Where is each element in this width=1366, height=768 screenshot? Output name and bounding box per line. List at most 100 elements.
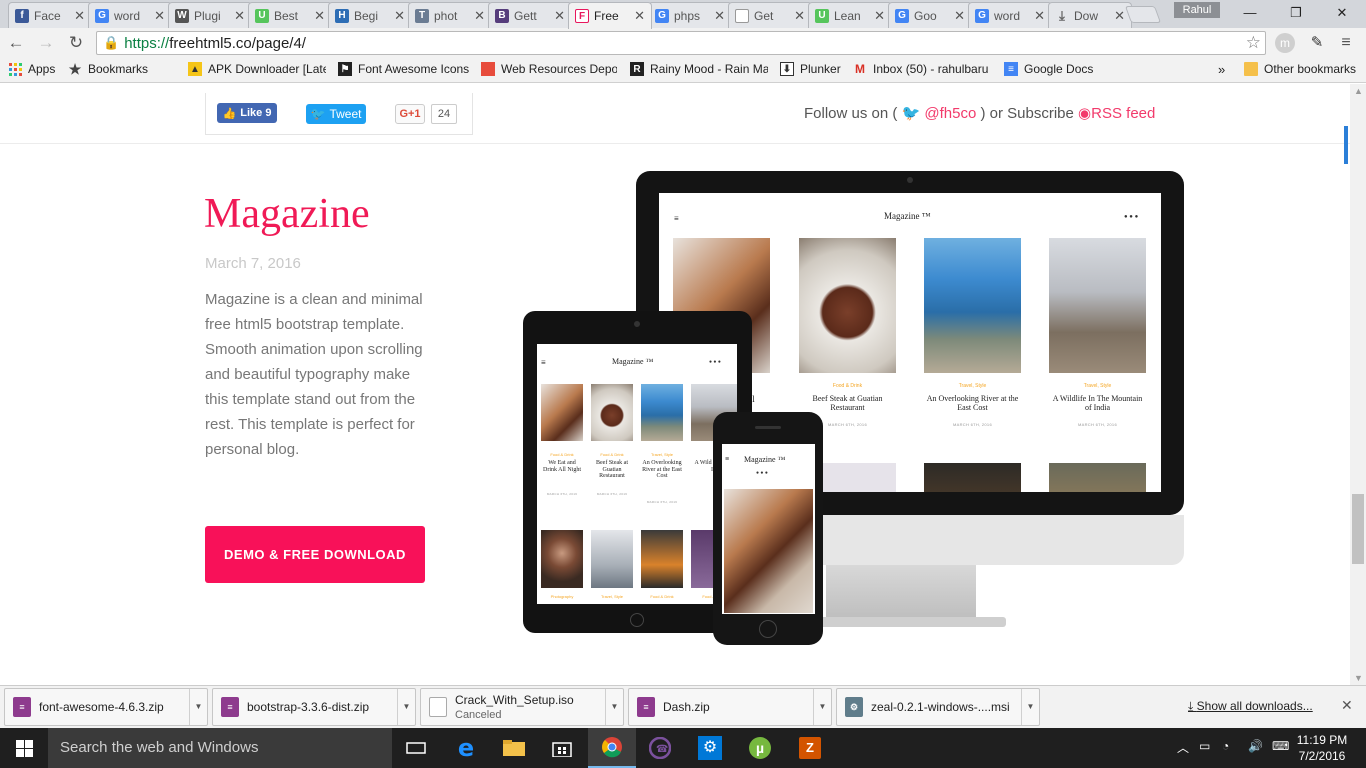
bookmark-apps[interactable]: Apps bbox=[8, 62, 55, 76]
chevron-down-icon[interactable]: ▼ bbox=[813, 689, 831, 725]
tab-plugins[interactable]: W Plugi ✕ bbox=[168, 2, 252, 28]
restore-icon[interactable]: ❐ bbox=[1282, 3, 1310, 23]
tab-google-word-2[interactable]: Gword ✕ bbox=[968, 2, 1052, 28]
rss-feed-link[interactable]: RSS feed bbox=[1091, 105, 1155, 122]
chevron-down-icon[interactable]: ▼ bbox=[605, 689, 623, 725]
keyboard-icon[interactable]: ⌨ bbox=[1272, 739, 1289, 753]
download-item[interactable]: ≡ Dash.zip ▼ bbox=[628, 688, 832, 726]
close-icon[interactable]: ✕ bbox=[74, 8, 85, 24]
close-icon[interactable]: ✕ bbox=[714, 8, 725, 24]
download-item[interactable]: ≡ font-awesome-4.6.3.zip ▼ bbox=[4, 688, 208, 726]
close-shelf-icon[interactable]: ✕ bbox=[1341, 697, 1353, 714]
bookmark-apk-downloader[interactable]: ▲ APK Downloader [Late bbox=[188, 62, 326, 76]
close-icon[interactable]: ✕ bbox=[394, 8, 405, 24]
bookmark-google-docs[interactable]: ≡ Google Docs bbox=[1004, 62, 1093, 76]
bookmark-bookmarks[interactable]: ★ Bookmarks bbox=[68, 62, 148, 76]
steak-image bbox=[799, 238, 896, 373]
store-icon[interactable] bbox=[538, 728, 586, 768]
start-button[interactable] bbox=[0, 728, 48, 768]
taskbar-clock[interactable]: 11:19 PM 7/2/2016 bbox=[1290, 732, 1354, 764]
reload-icon[interactable]: ↻ bbox=[66, 33, 86, 53]
download-item[interactable]: Crack_With_Setup.iso Canceled ▼ bbox=[420, 688, 624, 726]
chevron-down-icon[interactable]: ▼ bbox=[1021, 689, 1039, 725]
tray-chevron-up-icon[interactable]: ︿ bbox=[1177, 739, 1189, 756]
sublime-icon[interactable]: Z bbox=[786, 728, 834, 768]
portrait-image bbox=[541, 530, 583, 588]
settings-icon[interactable]: ⚙ bbox=[686, 728, 734, 768]
tab-get[interactable]: Get ✕ bbox=[728, 2, 812, 28]
tab-freehtml5[interactable]: F Free ✕ bbox=[568, 2, 652, 29]
scroll-down-arrow-icon[interactable]: ▼ bbox=[1354, 673, 1363, 683]
scroll-up-arrow-icon[interactable]: ▲ bbox=[1354, 86, 1363, 96]
chevron-down-icon[interactable]: ▼ bbox=[397, 689, 415, 725]
tab-beginner[interactable]: H Begi ✕ bbox=[328, 2, 412, 28]
bookmark-rainy-mood[interactable]: R Rainy Mood - Rain Ma bbox=[630, 62, 768, 76]
new-tab-button[interactable] bbox=[1124, 6, 1162, 23]
star-icon: ★ bbox=[68, 62, 82, 76]
tab-best[interactable]: U Best ✕ bbox=[248, 2, 332, 28]
show-all-downloads-link[interactable]: ⤓ Show all downloads... bbox=[1188, 699, 1313, 714]
template-title[interactable]: Magazine bbox=[204, 190, 370, 238]
food-image bbox=[724, 489, 813, 613]
wifi-icon[interactable]: ◔ bbox=[1222, 739, 1229, 753]
social-icons: ● ● ● bbox=[709, 359, 721, 365]
side-tab[interactable] bbox=[1344, 126, 1348, 164]
evernote-icon[interactable]: ✎ bbox=[1307, 33, 1327, 53]
utorrent-icon[interactable]: µ bbox=[736, 728, 784, 768]
close-icon[interactable]: ✕ bbox=[314, 8, 325, 24]
close-icon[interactable]: ✕ bbox=[154, 8, 165, 24]
bookmark-web-resources-depot[interactable]: Web Resources Depot bbox=[481, 62, 617, 76]
file-explorer-icon[interactable] bbox=[490, 728, 538, 768]
tab-photo[interactable]: Tphot ✕ bbox=[408, 2, 492, 28]
bookmarks-bar: Apps ★ Bookmarks ▲ APK Downloader [Late ⚑ F… bbox=[0, 58, 1366, 83]
task-view-icon[interactable] bbox=[392, 728, 440, 768]
tab-google[interactable]: G Goo ✕ bbox=[888, 2, 972, 28]
close-icon[interactable]: ✕ bbox=[954, 8, 965, 24]
download-item[interactable]: ⚙ zeal-0.2.1-windows-....msi ▼ bbox=[836, 688, 1040, 726]
back-arrow-icon[interactable]: ← bbox=[6, 33, 26, 53]
twitter-handle-link[interactable]: @fh5co bbox=[924, 105, 976, 122]
close-icon[interactable]: ✕ bbox=[554, 8, 565, 24]
edge-icon[interactable]: e bbox=[442, 728, 490, 768]
close-icon[interactable]: ✕ bbox=[634, 8, 645, 24]
close-icon[interactable]: ✕ bbox=[474, 8, 485, 24]
taskbar-search[interactable]: Search the web and Windows bbox=[48, 728, 392, 768]
tab-phps[interactable]: Gphps ✕ bbox=[648, 2, 732, 28]
tab-getting[interactable]: B Gett ✕ bbox=[488, 2, 572, 28]
tab-google-word[interactable]: Gword ✕ bbox=[88, 2, 172, 28]
forward-arrow-icon[interactable]: → bbox=[36, 33, 56, 53]
download-item[interactable]: ≡ bootstrap-3.3.6-dist.zip ▼ bbox=[212, 688, 416, 726]
chrome-icon[interactable] bbox=[588, 728, 636, 768]
bookmark-other-bookmarks[interactable]: Other bookmarks bbox=[1244, 62, 1356, 76]
tweet-button[interactable]: 🐦 Tweet bbox=[306, 104, 366, 124]
close-icon[interactable]: ✕ bbox=[234, 8, 245, 24]
menu-icon[interactable]: ≡ bbox=[1336, 33, 1356, 53]
volume-icon[interactable]: 🔊 bbox=[1248, 739, 1263, 753]
address-bar[interactable]: 🔒 https://freehtml5.co/page/4/ ☆ bbox=[96, 31, 1266, 55]
close-icon[interactable]: ✕ bbox=[1114, 8, 1125, 24]
more-bookmarks-chevron-icon[interactable]: » bbox=[1218, 62, 1225, 77]
viber-icon[interactable]: ☎ bbox=[636, 728, 684, 768]
tab-downloads[interactable]: ⤓ Dow ✕ bbox=[1048, 2, 1132, 28]
tab-learn[interactable]: U Lean ✕ bbox=[808, 2, 892, 28]
bookmark-star-icon[interactable]: ☆ bbox=[1246, 33, 1261, 53]
page-scrollbar[interactable]: ▲ ▼ bbox=[1350, 84, 1366, 685]
close-icon[interactable]: ✕ bbox=[1034, 8, 1045, 24]
facebook-like-button[interactable]: 👍 Like 9 bbox=[217, 103, 277, 123]
chevron-down-icon[interactable]: ▼ bbox=[189, 689, 207, 725]
demo-download-button[interactable]: DEMO & FREE DOWNLOAD bbox=[205, 526, 425, 583]
google-plus-button[interactable]: G+1 bbox=[395, 104, 425, 124]
page-viewport: 👍 Like 9 🐦 Tweet G+1 24 Follow us on ( 🐦 @… bbox=[0, 84, 1350, 685]
minimize-icon[interactable]: — bbox=[1236, 3, 1264, 23]
battery-icon[interactable]: ▭ bbox=[1199, 739, 1210, 753]
close-icon[interactable]: ✕ bbox=[794, 8, 805, 24]
bookmark-font-awesome[interactable]: ⚑ Font Awesome Icons bbox=[338, 62, 469, 76]
m-extension-icon[interactable]: m bbox=[1275, 33, 1295, 53]
close-window-icon[interactable]: ✕ bbox=[1328, 3, 1356, 23]
profile-button[interactable]: Rahul bbox=[1174, 2, 1220, 18]
scroll-thumb[interactable] bbox=[1352, 494, 1364, 564]
tab-facebook[interactable]: f Face ✕ bbox=[8, 2, 92, 28]
bookmark-plunker[interactable]: ⬇ Plunker bbox=[780, 62, 841, 76]
bookmark-inbox[interactable]: M Inbox (50) - rahulbaru bbox=[853, 62, 993, 76]
close-icon[interactable]: ✕ bbox=[874, 8, 885, 24]
